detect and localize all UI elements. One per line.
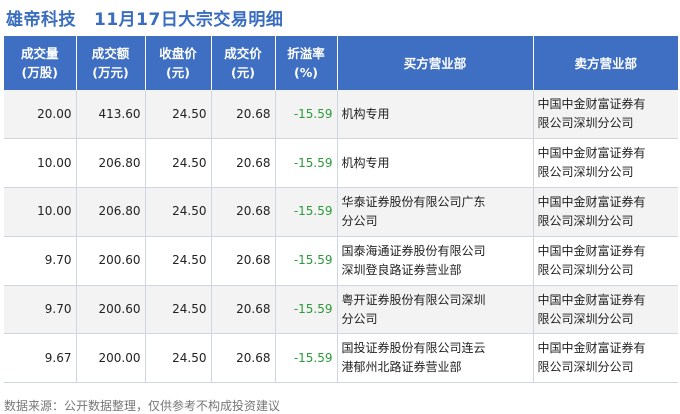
table-row: 9.70 200.60 24.50 20.68 -15.59 粤开证券股份有限公… [4, 285, 678, 335]
cell-seller: 中国中金财富证券有 限公司深圳分公司 [533, 236, 678, 286]
cell-volume: 10.00 [4, 138, 77, 189]
cell-buyer: 国投证券股份有限公司连云 港郁州北路证券营业部 [337, 333, 534, 384]
header-premium-rate: 折溢率 (%) [275, 36, 338, 90]
cell-close-price: 24.50 [145, 333, 212, 384]
cell-volume: 9.70 [4, 236, 77, 286]
page-subtitle: 11月17日大宗交易明细 [94, 9, 284, 30]
header-trade-price: 成交价 (元) [211, 36, 276, 90]
cell-volume: 9.70 [4, 285, 77, 335]
table-row: 10.00 206.80 24.50 20.68 -15.59 华泰证券股份有限… [4, 187, 678, 237]
cell-premium-rate: -15.59 [275, 236, 338, 286]
data-source-note: 数据来源：公开数据整理，仅供参考不构成投资建议 [4, 398, 281, 413]
cell-close-price: 24.50 [145, 236, 212, 286]
table-row: 20.00 413.60 24.50 20.68 -15.59 机构专用 中国中… [4, 90, 678, 140]
table-row: 10.00 206.80 24.50 20.68 -15.59 机构专用 中国中… [4, 138, 678, 189]
cell-amount: 200.60 [76, 285, 146, 335]
cell-buyer: 机构专用 [337, 138, 534, 189]
cell-buyer: 粤开证券股份有限公司深圳 分公司 [337, 285, 534, 335]
cell-buyer: 国泰海通证券股份有限公司 深圳登良路证券营业部 [337, 236, 534, 286]
table-row: 9.70 200.60 24.50 20.68 -15.59 国泰海通证券股份有… [4, 236, 678, 286]
cell-seller: 中国中金财富证券有 限公司深圳分公司 [533, 138, 678, 189]
cell-amount: 413.60 [76, 90, 146, 140]
cell-volume: 20.00 [4, 90, 77, 140]
cell-trade-price: 20.68 [211, 138, 276, 189]
header-seller: 卖方营业部 [533, 36, 678, 90]
page-title: 雄帝科技 11月17日大宗交易明细 [0, 0, 680, 34]
cell-trade-price: 20.68 [211, 333, 276, 384]
cell-premium-rate: -15.59 [275, 90, 338, 140]
cell-close-price: 24.50 [145, 285, 212, 335]
cell-premium-rate: -15.59 [275, 187, 338, 237]
block-trade-table: 成交量 (万股) 成交额 (万元) 收盘价 (元) 成交价 (元) 折溢率 (%) 买方营… [4, 36, 678, 384]
cell-trade-price: 20.68 [211, 236, 276, 286]
cell-buyer: 华泰证券股份有限公司广东 分公司 [337, 187, 534, 237]
cell-trade-price: 20.68 [211, 90, 276, 140]
stock-name: 雄帝科技 [6, 9, 76, 30]
cell-premium-rate: -15.59 [275, 285, 338, 335]
cell-buyer: 机构专用 [337, 90, 534, 140]
cell-trade-price: 20.68 [211, 285, 276, 335]
cell-premium-rate: -15.59 [275, 138, 338, 189]
cell-trade-price: 20.68 [211, 187, 276, 237]
cell-seller: 中国中金财富证券有 限公司深圳分公司 [533, 187, 678, 237]
cell-seller: 中国中金财富证券有 限公司深圳分公司 [533, 285, 678, 335]
cell-amount: 200.00 [76, 333, 146, 384]
cell-amount: 200.60 [76, 236, 146, 286]
cell-close-price: 24.50 [145, 138, 212, 189]
cell-seller: 中国中金财富证券有 限公司深圳分公司 [533, 90, 678, 140]
header-volume: 成交量 (万股) [4, 36, 77, 90]
cell-seller: 中国中金财富证券有 限公司深圳分公司 [533, 333, 678, 384]
cell-volume: 10.00 [4, 187, 77, 237]
table-header-row: 成交量 (万股) 成交额 (万元) 收盘价 (元) 成交价 (元) 折溢率 (%) 买方营… [4, 36, 678, 90]
cell-close-price: 24.50 [145, 90, 212, 140]
cell-amount: 206.80 [76, 187, 146, 237]
header-close-price: 收盘价 (元) [145, 36, 212, 90]
cell-premium-rate: -15.59 [275, 333, 338, 384]
header-amount: 成交额 (万元) [76, 36, 146, 90]
cell-close-price: 24.50 [145, 187, 212, 237]
cell-amount: 206.80 [76, 138, 146, 189]
header-buyer: 买方营业部 [337, 36, 534, 90]
table-row: 9.67 200.00 24.50 20.68 -15.59 国投证券股份有限公… [4, 333, 678, 384]
cell-volume: 9.67 [4, 333, 77, 384]
